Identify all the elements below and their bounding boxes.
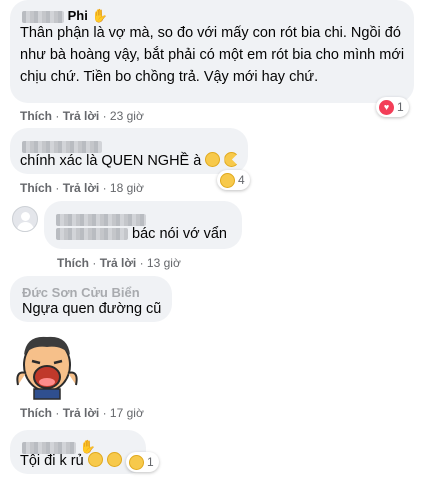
comment-text: Thân phận là vợ mà, so đo với mấy con ró… xyxy=(20,25,405,85)
comment-text-row: chính xác là QUEN NGHỀ à xyxy=(20,151,240,172)
comment-text: bác nói vớ vẩn xyxy=(132,226,227,242)
smiling-face-icon xyxy=(205,152,221,167)
reaction-count: 1 xyxy=(147,455,154,469)
laughing-man-sticker xyxy=(12,325,82,400)
comment-text: chính xác là QUEN NGHỀ à xyxy=(20,153,202,169)
reply-link[interactable]: Trả lời xyxy=(100,256,137,270)
pacman-icon xyxy=(224,152,240,167)
comment-text: Ngựa quen đường cũ xyxy=(22,301,162,317)
comment-bubble: Đức Sơn Cửu Biển Ngựa quen đường cũ xyxy=(10,276,172,322)
comment-actions: Thích · Trả lời · 23 giờ xyxy=(20,109,144,123)
separator: · xyxy=(92,256,97,270)
timestamp[interactable]: 13 giờ xyxy=(147,256,181,270)
separator: · xyxy=(55,109,60,123)
reply-link[interactable]: Trả lời xyxy=(63,181,100,195)
comment-actions: Thích · Trả lời · 18 giờ xyxy=(20,181,144,195)
laughing-face-icon xyxy=(129,454,144,470)
like-link[interactable]: Thích xyxy=(20,181,52,195)
blurred-mention xyxy=(56,228,128,241)
author-name-suffix: Phi xyxy=(67,8,88,23)
timestamp[interactable]: 17 giờ xyxy=(110,406,144,420)
default-avatar[interactable] xyxy=(12,206,38,232)
like-link[interactable]: Thích xyxy=(57,256,89,270)
timestamp[interactable]: 23 giờ xyxy=(110,109,144,123)
comment-bubble: bác nói vớ vẩn xyxy=(44,201,242,249)
laughing-face-icon xyxy=(220,172,235,188)
comment-text-row: bác nói vớ vẩn xyxy=(56,224,227,245)
reaction-summary[interactable]: ♥ 1 xyxy=(376,97,409,117)
comment-text-row: Tội đi k rủ xyxy=(20,451,122,472)
like-link[interactable]: Thích xyxy=(20,406,52,420)
hand-icon: ✋ xyxy=(91,8,108,23)
laughing-face-icon xyxy=(87,452,103,467)
reaction-count: 4 xyxy=(238,173,245,187)
separator: · xyxy=(102,406,107,420)
comment-bubble: Phi ✋ Thân phận là vợ mà, so đo với mấy … xyxy=(10,0,414,103)
comment-actions: Thích · Trả lời · 17 giờ xyxy=(20,406,144,420)
reaction-count: 1 xyxy=(397,100,404,114)
reply-link[interactable]: Trả lời xyxy=(63,406,100,420)
heart-icon: ♥ xyxy=(379,99,394,115)
comment-bubble: ✋ Tội đi k rủ xyxy=(10,430,146,474)
blurred-name xyxy=(22,10,64,23)
reaction-summary[interactable]: 4 xyxy=(217,170,250,190)
separator: · xyxy=(55,406,60,420)
comment-bubble: chính xác là QUEN NGHỀ à xyxy=(10,128,248,174)
separator: · xyxy=(55,181,60,195)
reply-link[interactable]: Trả lời xyxy=(63,109,100,123)
comment-text: Tội đi k rủ xyxy=(20,453,84,469)
separator: · xyxy=(102,181,107,195)
separator: · xyxy=(139,256,144,270)
timestamp[interactable]: 18 giờ xyxy=(110,181,144,195)
comment-actions: Thích · Trả lời · 13 giờ xyxy=(57,256,181,270)
reaction-summary[interactable]: 1 xyxy=(126,452,159,472)
laughing-face-icon xyxy=(106,452,122,467)
separator: · xyxy=(102,109,107,123)
like-link[interactable]: Thích xyxy=(20,109,52,123)
